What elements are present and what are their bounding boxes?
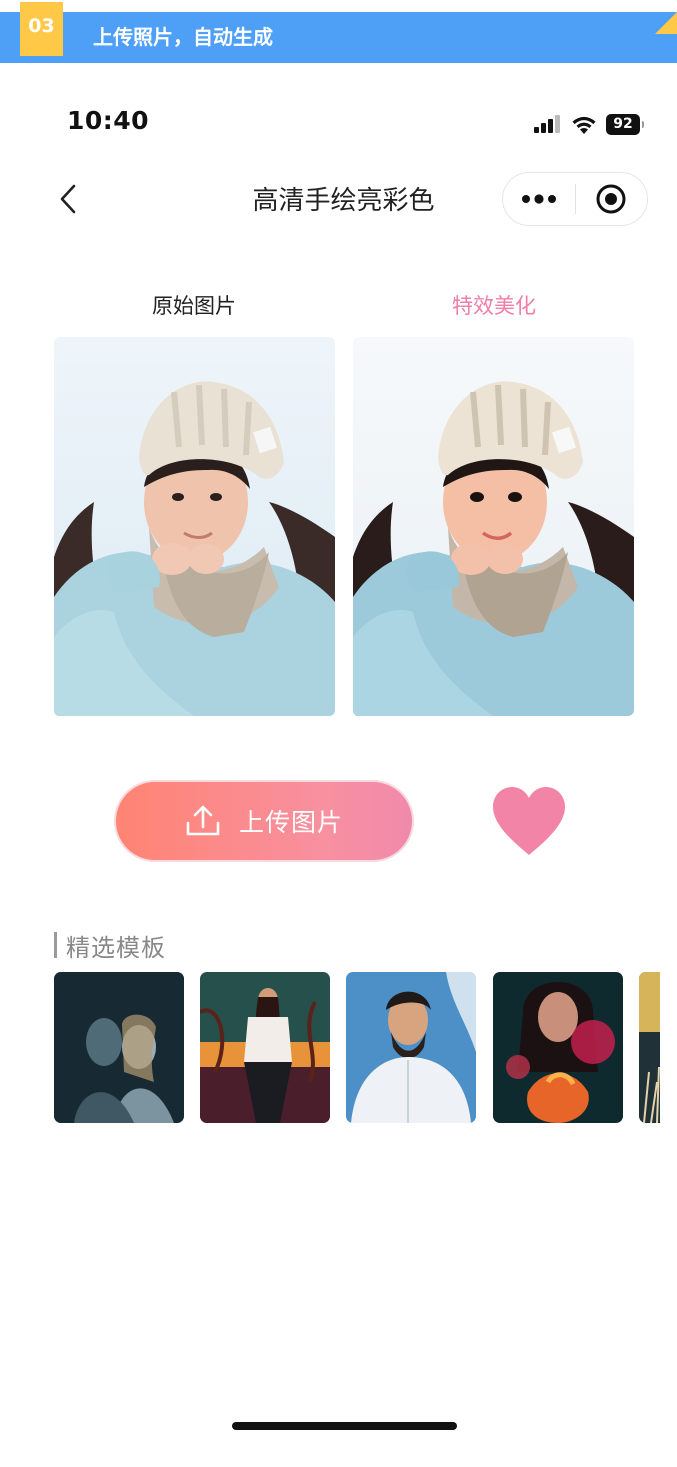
upload-image-button[interactable]: 上传图片: [114, 780, 414, 862]
upload-button-label: 上传图片: [238, 808, 343, 837]
template-thumbnail-image: [200, 972, 330, 1123]
close-mini-program-button[interactable]: [576, 172, 648, 226]
promo-corner-decoration: [655, 12, 677, 34]
status-icons: 92: [534, 112, 644, 136]
girl-portrait-image: [54, 381, 335, 716]
original-image-label: 原始图片: [152, 294, 236, 318]
favorite-button[interactable]: [490, 785, 568, 857]
promo-step-badge: 03: [20, 2, 63, 56]
more-dots-icon: [521, 194, 556, 204]
template-thumbnail-image: [639, 972, 660, 1123]
target-circle-icon: [596, 184, 626, 214]
template-thumbnail-image: [346, 972, 476, 1123]
effect-photo[interactable]: [353, 337, 634, 716]
promo-banner: 上传照片，自动生成: [0, 12, 677, 63]
home-indicator: [232, 1422, 457, 1430]
template-thumbnail[interactable]: [493, 972, 623, 1123]
template-thumbnail[interactable]: [639, 972, 660, 1123]
girl-portrait-painted-image: [353, 381, 634, 716]
battery-icon: 92: [606, 113, 644, 135]
section-title-bar: [54, 932, 57, 958]
mini-program-capsule: [502, 172, 648, 226]
status-time: 10:40: [67, 106, 150, 135]
templates-section-title: 精选模板: [66, 934, 166, 962]
heart-icon: [493, 787, 565, 855]
template-thumbnail[interactable]: [54, 972, 184, 1123]
more-button[interactable]: [503, 172, 575, 226]
template-thumbnail-image: [493, 972, 623, 1123]
wifi-icon: [572, 116, 596, 134]
cellular-signal-icon: [534, 115, 560, 133]
promo-text: 上传照片，自动生成: [93, 25, 273, 49]
original-photo[interactable]: [54, 337, 335, 716]
upload-icon: [186, 805, 220, 836]
effect-image-label: 特效美化: [452, 294, 536, 318]
template-thumbnail[interactable]: [346, 972, 476, 1123]
template-thumbnail-image: [54, 972, 184, 1123]
template-thumbnail[interactable]: [200, 972, 330, 1123]
template-carousel[interactable]: [54, 972, 660, 1123]
